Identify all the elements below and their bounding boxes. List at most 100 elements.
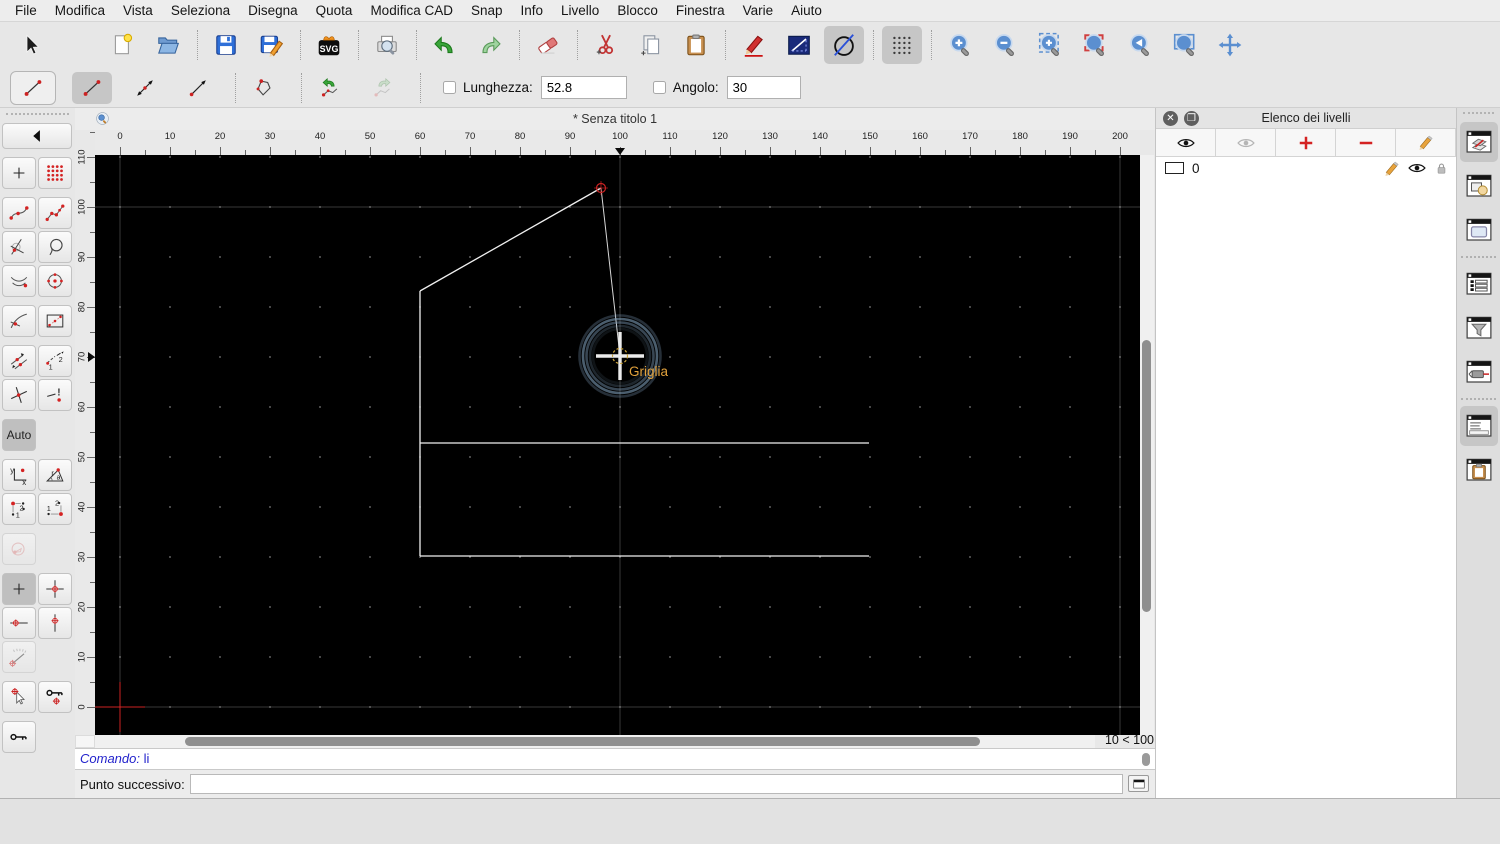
line-ray-button[interactable]	[178, 72, 218, 104]
menu-seleziona[interactable]: Seleziona	[162, 0, 239, 22]
layer-color-swatch[interactable]	[1165, 162, 1184, 174]
line-angle-12-button[interactable]: 12	[38, 345, 72, 377]
menu-livello[interactable]: Livello	[552, 0, 608, 22]
lines-cross-button[interactable]	[2, 379, 36, 411]
toggle-grid-button[interactable]	[882, 26, 922, 64]
snap-endpoint-button[interactable]	[38, 607, 72, 639]
save-as-button[interactable]	[251, 26, 291, 64]
polyline-button[interactable]	[244, 72, 284, 104]
zoom-window-button[interactable]	[1165, 26, 1205, 64]
relative-polar-12-button[interactable]: 12	[38, 493, 72, 525]
arc-tangent-button[interactable]	[2, 305, 36, 337]
menu-finestra[interactable]: Finestra	[667, 0, 734, 22]
menu-modifica-cad[interactable]: Modifica CAD	[361, 0, 462, 22]
line-double-arrow-button[interactable]	[125, 72, 165, 104]
restrict-lock-button[interactable]	[38, 681, 72, 713]
layer-visible-icon[interactable]	[1407, 158, 1427, 178]
circle-center-point-button[interactable]	[38, 265, 72, 297]
new-file-button[interactable]	[103, 26, 143, 64]
copy-button[interactable]	[631, 26, 671, 64]
menu-info[interactable]: Info	[512, 0, 553, 22]
dock-clipboard-button[interactable]	[1460, 450, 1498, 490]
menu-modifica[interactable]: Modifica	[46, 0, 114, 22]
add-layer-button[interactable]	[1276, 129, 1336, 156]
edit-pencil-button[interactable]	[734, 26, 774, 64]
draft-mode-button[interactable]	[824, 26, 864, 64]
snap-grid-button[interactable]	[38, 573, 72, 605]
snap-on-entity-button[interactable]	[2, 681, 36, 713]
menu-quota[interactable]: Quota	[307, 0, 362, 22]
snap-middle-button[interactable]	[2, 607, 36, 639]
print-preview-button[interactable]	[367, 26, 407, 64]
draw-point-button[interactable]	[2, 157, 36, 189]
current-tool-indicator[interactable]	[10, 70, 56, 105]
tangent-line-button[interactable]	[2, 231, 36, 263]
drawing-canvas[interactable]: Griglia	[95, 155, 1140, 735]
spline-points-button[interactable]	[2, 197, 36, 229]
toolbox-grip[interactable]	[6, 113, 69, 119]
menu-file[interactable]: File	[6, 0, 46, 22]
zoom-auto-button[interactable]	[1030, 26, 1070, 64]
dock-entity-filter-button[interactable]	[1460, 308, 1498, 348]
menu-aiuto[interactable]: Aiuto	[782, 0, 831, 22]
line-properties-button[interactable]	[779, 26, 819, 64]
menu-disegna[interactable]: Disegna	[239, 0, 307, 22]
length-checkbox[interactable]	[443, 81, 456, 94]
save-button[interactable]	[206, 26, 246, 64]
tool-inactive-button[interactable]	[2, 533, 36, 565]
parallel-lines-button[interactable]	[2, 345, 36, 377]
coordinates-cartesian-button[interactable]: yx	[2, 459, 36, 491]
edit-layer-button[interactable]	[1396, 129, 1456, 156]
zoom-in-button[interactable]	[940, 26, 980, 64]
dock-library-browser-button[interactable]	[1460, 210, 1498, 250]
dock-block-list-button[interactable]	[1460, 166, 1498, 206]
vertical-scrollbar-thumb[interactable]	[1142, 340, 1151, 612]
layer-edit-icon[interactable]	[1383, 160, 1400, 177]
cut-button[interactable]	[586, 26, 626, 64]
command-window-toggle-button[interactable]	[1128, 775, 1149, 792]
dock-entity-list-button[interactable]	[1460, 264, 1498, 304]
rect-diagonal-button[interactable]	[38, 305, 72, 337]
zoom-selected-button[interactable]	[1075, 26, 1115, 64]
show-all-layers-button[interactable]	[1156, 129, 1216, 156]
menu-blocco[interactable]: Blocco	[608, 0, 667, 22]
undock-panel-button[interactable]: ❐	[1184, 111, 1199, 126]
zoom-pan-button[interactable]	[1210, 26, 1250, 64]
hide-all-layers-button[interactable]	[1216, 129, 1276, 156]
polyline-redo-segment-button[interactable]	[363, 72, 403, 104]
circle-2point-button[interactable]	[38, 231, 72, 263]
close-panel-button[interactable]: ✕	[1163, 111, 1178, 126]
snap-distance-button[interactable]	[2, 641, 36, 673]
command-history[interactable]: Comando: li	[75, 748, 1155, 770]
undo-button[interactable]	[425, 26, 465, 64]
layer-row[interactable]: 0	[1156, 157, 1456, 179]
coordinates-polar-button[interactable]: ra	[38, 459, 72, 491]
remove-layer-button[interactable]	[1336, 129, 1396, 156]
relative-cartesian-12-button[interactable]: 12	[2, 493, 36, 525]
zoom-previous-button[interactable]	[1120, 26, 1160, 64]
angle-input[interactable]	[726, 76, 801, 99]
dock-grip[interactable]	[1463, 112, 1494, 118]
menu-varie[interactable]: Varie	[734, 0, 783, 22]
menu-vista[interactable]: Vista	[114, 0, 162, 22]
command-input[interactable]	[190, 774, 1123, 794]
angle-checkbox[interactable]	[652, 81, 666, 94]
snap-auto-button[interactable]: Auto	[2, 419, 36, 451]
paste-button[interactable]	[676, 26, 716, 64]
layer-lock-icon[interactable]	[1434, 161, 1449, 176]
arc-3point-button[interactable]	[2, 265, 36, 297]
select-pointer-button[interactable]	[12, 26, 52, 64]
redo-button[interactable]	[470, 26, 510, 64]
erase-button[interactable]	[528, 26, 568, 64]
back-button[interactable]	[2, 123, 72, 149]
polyline-undo-segment-button[interactable]	[310, 72, 350, 104]
snap-free-button[interactable]	[2, 573, 36, 605]
open-file-button[interactable]	[148, 26, 188, 64]
menu-snap[interactable]: Snap	[462, 0, 512, 22]
line-two-points-button[interactable]	[72, 71, 112, 104]
length-input[interactable]	[540, 76, 627, 99]
lock-relative-zero-button[interactable]	[2, 721, 36, 753]
command-history-scrollbar[interactable]	[1142, 753, 1150, 766]
line-limit-button[interactable]: !	[38, 379, 72, 411]
zoom-out-button[interactable]	[985, 26, 1025, 64]
